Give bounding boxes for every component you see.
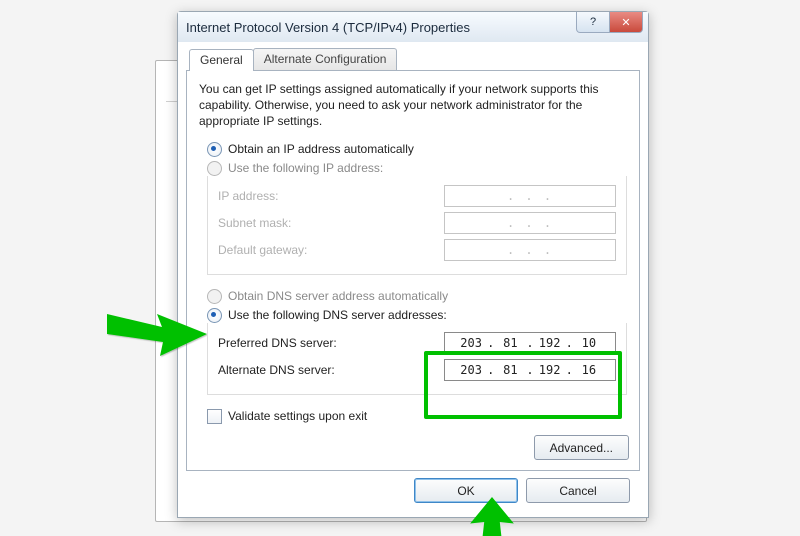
ip-group: IP address: . . . Subnet mask: . . . Def… bbox=[207, 176, 627, 275]
ok-button[interactable]: OK bbox=[414, 478, 518, 503]
close-icon: ✕ bbox=[621, 16, 630, 29]
label-preferred-dns: Preferred DNS server: bbox=[218, 336, 337, 350]
checkbox-icon bbox=[207, 409, 222, 424]
tab-strip: General Alternate Configuration bbox=[189, 48, 396, 70]
help-button[interactable]: ? bbox=[576, 12, 610, 33]
radio-dns-auto-label: Obtain DNS server address automatically bbox=[228, 289, 448, 303]
tab-general-label: General bbox=[200, 53, 243, 67]
advanced-button[interactable]: Advanced... bbox=[534, 435, 629, 460]
dns-group: Preferred DNS server: 203. 81. 192. 10 A… bbox=[207, 323, 627, 395]
description-text: You can get IP settings assigned automat… bbox=[199, 81, 627, 130]
validate-checkbox-row[interactable]: Validate settings upon exit bbox=[207, 409, 627, 424]
input-default-gateway: . . . bbox=[444, 239, 616, 261]
radio-ip-manual[interactable]: Use the following IP address: bbox=[207, 161, 627, 176]
input-ip-address: . . . bbox=[444, 185, 616, 207]
dialog-title: Internet Protocol Version 4 (TCP/IPv4) P… bbox=[186, 20, 470, 35]
dialog-titlebar[interactable]: Internet Protocol Version 4 (TCP/IPv4) P… bbox=[178, 12, 648, 42]
tab-alternate-configuration[interactable]: Alternate Configuration bbox=[253, 48, 398, 70]
input-preferred-dns[interactable]: 203. 81. 192. 10 bbox=[444, 332, 616, 354]
caption-buttons: ? ✕ bbox=[576, 12, 643, 33]
radio-dns-auto[interactable]: Obtain DNS server address automatically bbox=[207, 289, 627, 304]
tcpipv4-properties-dialog: Internet Protocol Version 4 (TCP/IPv4) P… bbox=[177, 11, 649, 518]
label-alternate-dns: Alternate DNS server: bbox=[218, 363, 335, 377]
cancel-button[interactable]: Cancel bbox=[526, 478, 630, 503]
cancel-button-label: Cancel bbox=[559, 484, 596, 498]
general-tab-page: You can get IP settings assigned automat… bbox=[186, 70, 640, 471]
radio-icon bbox=[207, 161, 222, 176]
dialog-buttons: OK Cancel bbox=[414, 478, 630, 503]
input-subnet-mask: . . . bbox=[444, 212, 616, 234]
radio-ip-auto-label: Obtain an IP address automatically bbox=[228, 142, 414, 156]
label-default-gateway: Default gateway: bbox=[218, 243, 307, 257]
tab-general[interactable]: General bbox=[189, 49, 254, 71]
dialog-content: General Alternate Configuration You can … bbox=[186, 48, 640, 509]
tab-alternate-label: Alternate Configuration bbox=[264, 52, 387, 66]
radio-dns-manual-label: Use the following DNS server addresses: bbox=[228, 308, 447, 322]
advanced-button-label: Advanced... bbox=[550, 441, 613, 455]
radio-icon bbox=[207, 142, 222, 157]
validate-label: Validate settings upon exit bbox=[228, 409, 367, 423]
radio-dns-manual[interactable]: Use the following DNS server addresses: bbox=[207, 308, 627, 323]
radio-icon bbox=[207, 289, 222, 304]
radio-icon bbox=[207, 308, 222, 323]
radio-ip-manual-label: Use the following IP address: bbox=[228, 161, 383, 175]
label-ip-address: IP address: bbox=[218, 189, 278, 203]
input-alternate-dns[interactable]: 203. 81. 192. 16 bbox=[444, 359, 616, 381]
question-icon: ? bbox=[590, 16, 596, 28]
ok-button-label: OK bbox=[457, 484, 474, 498]
radio-ip-auto[interactable]: Obtain an IP address automatically bbox=[207, 142, 627, 157]
label-subnet-mask: Subnet mask: bbox=[218, 216, 291, 230]
close-button[interactable]: ✕ bbox=[609, 12, 643, 33]
